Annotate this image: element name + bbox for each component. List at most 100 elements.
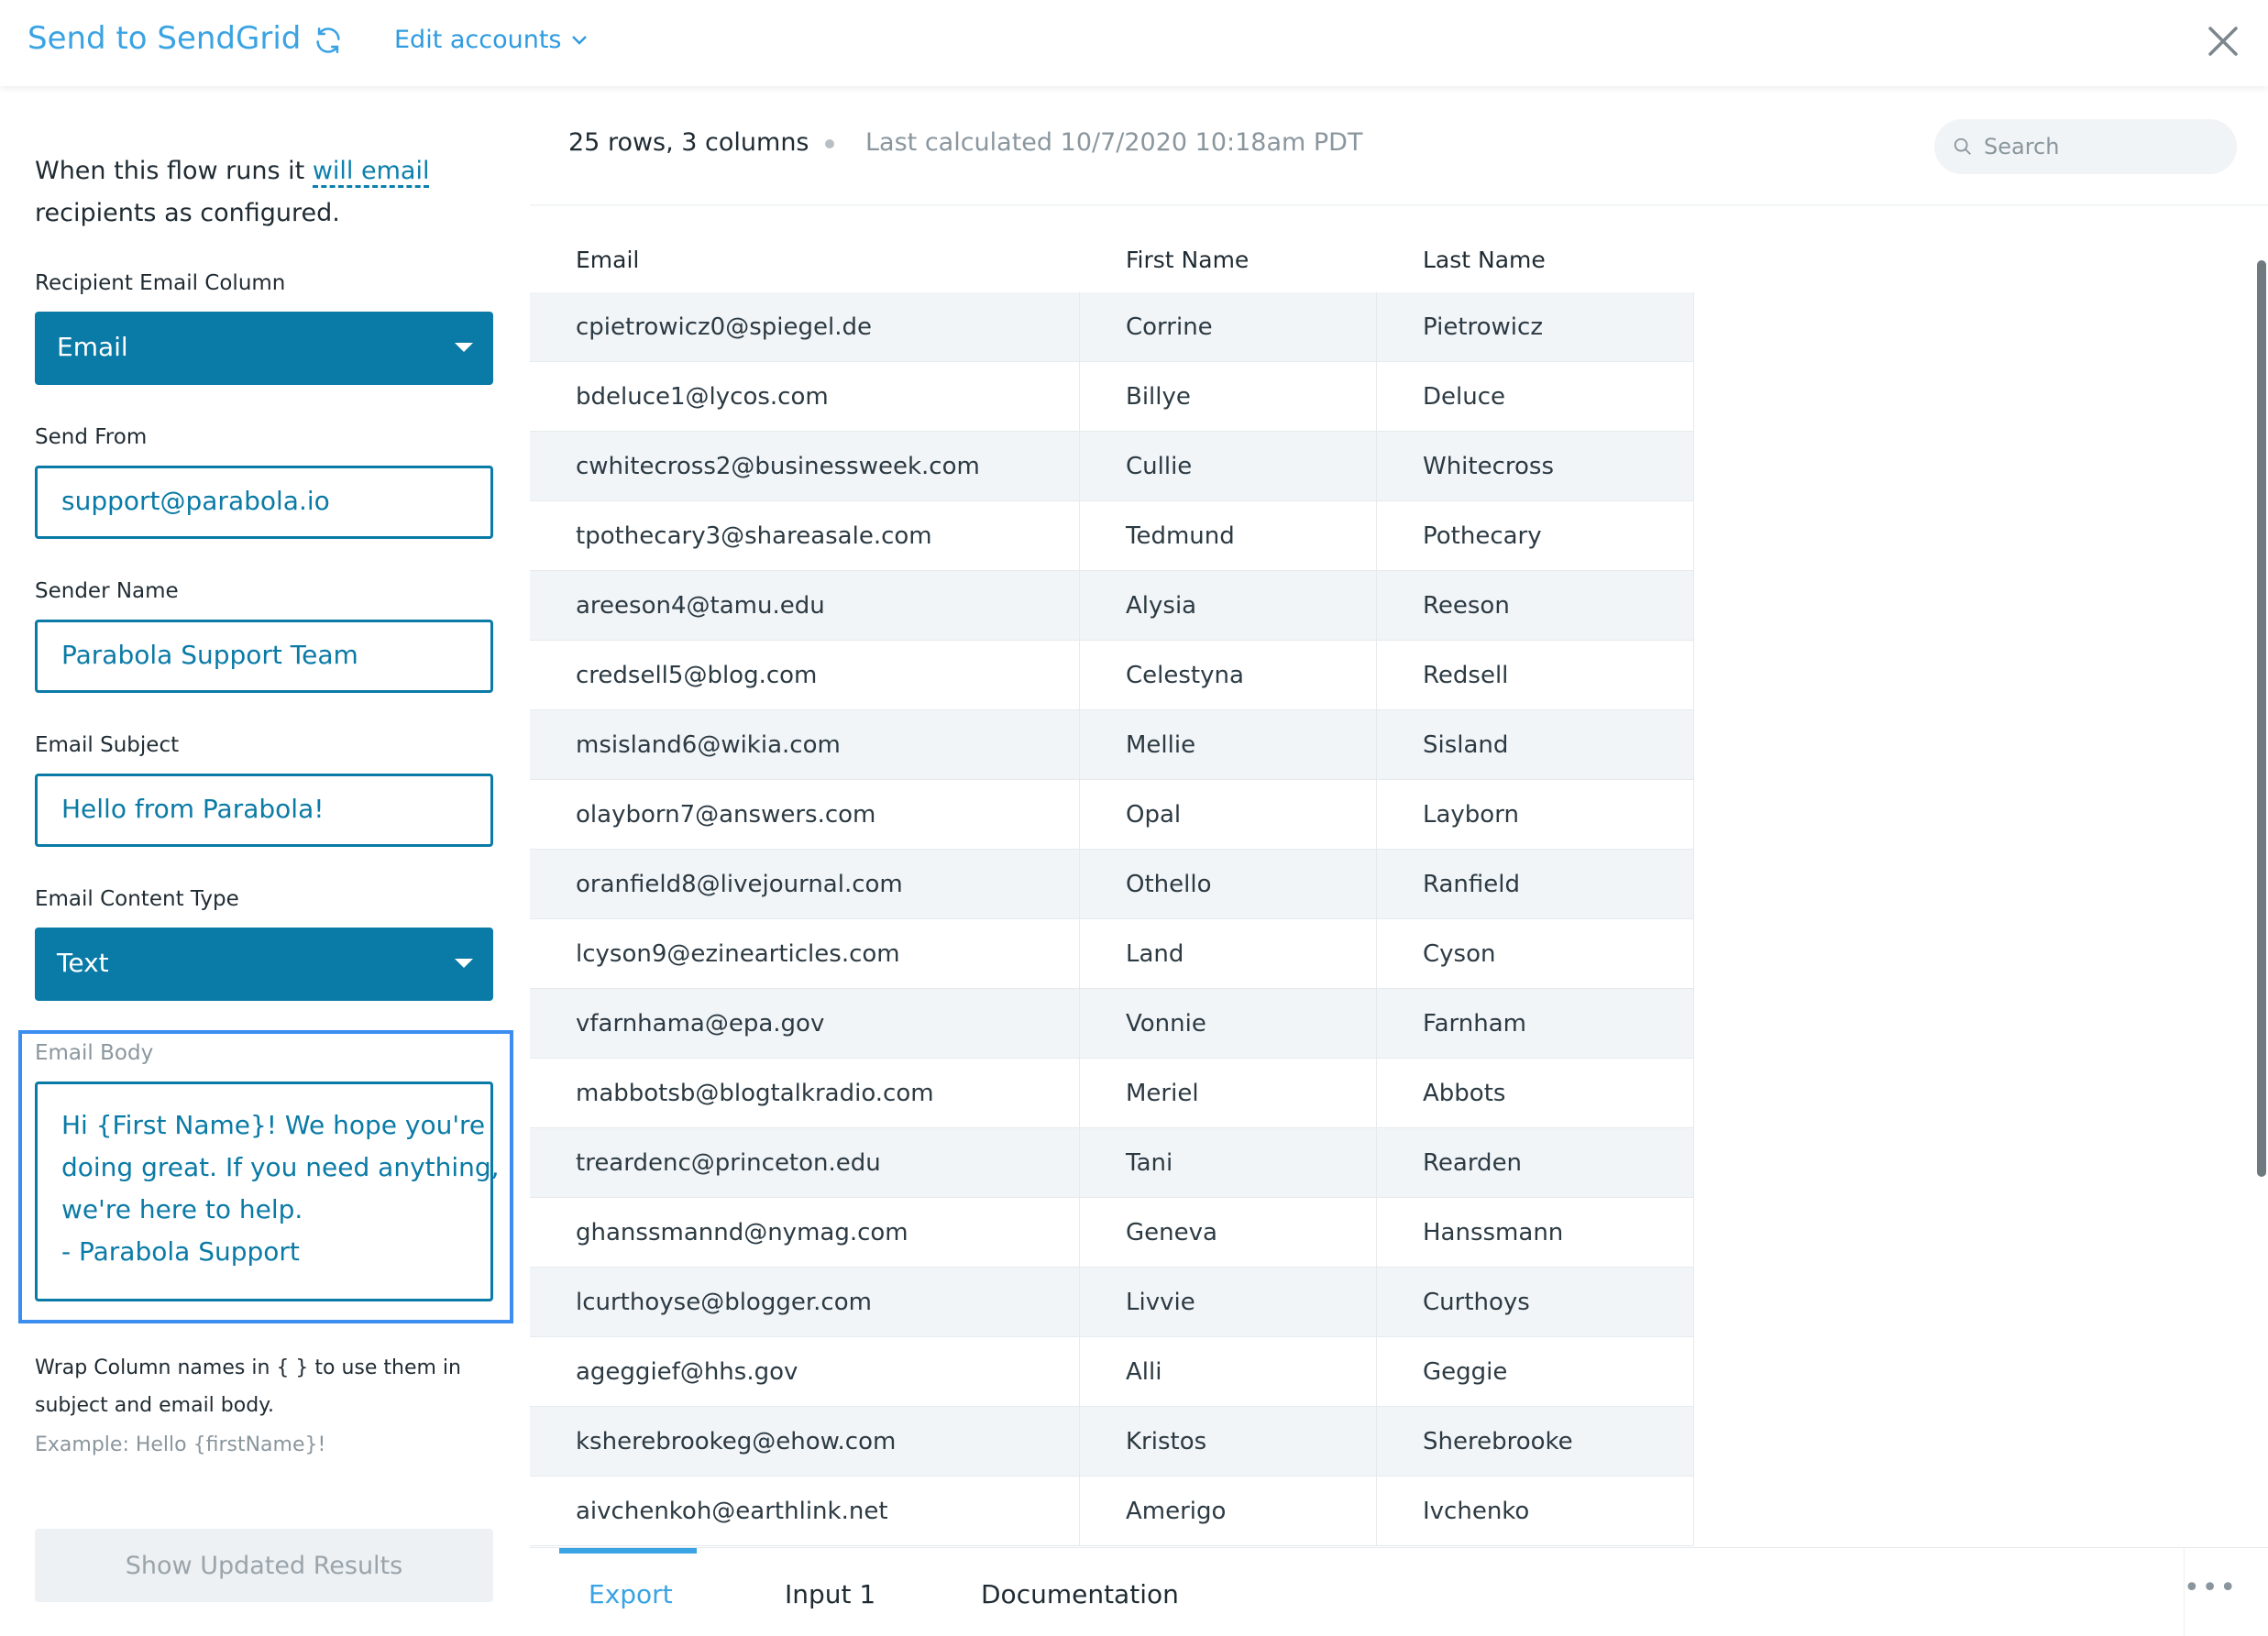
column-header-email[interactable]: Email (576, 247, 639, 273)
email-body-line: we're here to help. (61, 1194, 303, 1224)
first-name-cell: Tedmund (1080, 501, 1377, 571)
last-name-cell: Pietrowicz (1377, 292, 1694, 362)
first-name-cell: Celestyna (1080, 641, 1377, 710)
first-name-cell: Livvie (1080, 1268, 1377, 1337)
table-row: lcurthoyse@blogger.com Livvie Curthoys (530, 1268, 1694, 1337)
last-name-cell: Ivchenko (1377, 1477, 1694, 1546)
tab-input-1[interactable]: Input 1 (785, 1579, 875, 1609)
table-header: Email First Name Last Name (530, 206, 1694, 292)
email-cell: msisland6@wikia.com (530, 710, 1080, 780)
last-name-cell: Sisland (1377, 710, 1694, 780)
recipient-email-column-select[interactable]: Email (35, 312, 493, 385)
email-body-line: Hi {First Name}! We hope you're (61, 1110, 486, 1140)
email-cell: areeson4@tamu.edu (530, 571, 1080, 641)
first-name-cell: Othello (1080, 850, 1377, 919)
email-content-type-label: Email Content Type (35, 887, 239, 911)
first-name-cell: Mellie (1080, 710, 1377, 780)
refresh-icon[interactable] (313, 25, 344, 56)
table-row: ageggief@hhs.gov Alli Geggie (530, 1337, 1694, 1407)
table-row: areeson4@tamu.edu Alysia Reeson (530, 571, 1694, 641)
table-body: cpietrowicz0@spiegel.de Corrine Pietrowicz… (530, 292, 1694, 1546)
close-icon[interactable] (2204, 22, 2242, 60)
email-cell: cpietrowicz0@spiegel.de (530, 292, 1080, 362)
last-name-cell: Curthoys (1377, 1268, 1694, 1337)
email-cell: credsell5@blog.com (530, 641, 1080, 710)
last-name-cell: Geggie (1377, 1337, 1694, 1407)
table-row: cwhitecross2@businessweek.com Cullie White… (530, 432, 1694, 501)
table-row: credsell5@blog.com Celestyna Redsell (530, 641, 1694, 710)
first-name-cell: Cullie (1080, 432, 1377, 501)
more-options-icon[interactable]: ••• (2184, 1572, 2238, 1604)
email-cell: tpothecary3@shareasale.com (530, 501, 1080, 571)
first-name-cell: Vonnie (1080, 989, 1377, 1059)
table-row: cpietrowicz0@spiegel.de Corrine Pietrowicz (530, 292, 1694, 362)
last-calculated-text: Last calculated 10/7/2020 10:18am PDT (865, 128, 1363, 157)
search-input[interactable] (1982, 133, 2220, 160)
email-cell: cwhitecross2@businessweek.com (530, 432, 1080, 501)
first-name-cell: Billye (1080, 362, 1377, 432)
column-header-last-name[interactable]: Last Name (1423, 247, 1546, 273)
search-box[interactable] (1934, 119, 2237, 174)
caret-down-icon (455, 959, 473, 968)
table-row: bdeluce1@lycos.com Billye Deluce (530, 362, 1694, 432)
table-row: mabbotsb@blogtalkradio.com Meriel Abbots (530, 1059, 1694, 1128)
tab-documentation[interactable]: Documentation (981, 1579, 1179, 1609)
search-icon (1954, 137, 1971, 155)
first-name-cell: Kristos (1080, 1407, 1377, 1477)
last-name-cell: Ranfield (1377, 850, 1694, 919)
last-name-cell: Redsell (1377, 641, 1694, 710)
email-cell: vfarnhama@epa.gov (530, 989, 1080, 1059)
table-row: tpothecary3@shareasale.com Tedmund Potheca… (530, 501, 1694, 571)
email-cell: oranfield8@livejournal.com (530, 850, 1080, 919)
table-row: aivchenkoh@earthlink.net Amerigo Ivchenko (530, 1477, 1694, 1546)
last-name-cell: Deluce (1377, 362, 1694, 432)
chevron-down-icon (571, 35, 587, 45)
sender-name-field[interactable]: Parabola Support Team (35, 620, 493, 693)
first-name-cell: Opal (1080, 780, 1377, 850)
email-cell: mabbotsb@blogtalkradio.com (530, 1059, 1080, 1128)
email-subject-field[interactable]: Hello from Parabola! (35, 774, 493, 847)
bottom-tabs: Export Input 1 Documentation ••• (530, 1547, 2268, 1636)
first-name-cell: Alli (1080, 1337, 1377, 1407)
first-name-cell: Tani (1080, 1128, 1377, 1198)
rows-columns-count: 25 rows, 3 columns (568, 128, 809, 157)
edit-accounts-dropdown[interactable]: Edit accounts (394, 26, 588, 54)
header-bar: Send to SendGrid Edit accounts (0, 0, 2268, 86)
tab-export[interactable]: Export (589, 1579, 673, 1609)
email-cell: lcyson9@ezinearticles.com (530, 919, 1080, 989)
results-toolbar: 25 rows, 3 columns Last calculated 10/7/… (530, 86, 2268, 205)
email-cell: lcurthoyse@blogger.com (530, 1268, 1080, 1337)
email-subject-label: Email Subject (35, 733, 180, 757)
email-cell: treardenc@princeton.edu (530, 1128, 1080, 1198)
first-name-cell: Land (1080, 919, 1377, 989)
column-wrap-example: Example: Hello {firstName}! (35, 1433, 326, 1456)
table-row: olayborn7@answers.com Opal Layborn (530, 780, 1694, 850)
column-header-first-name[interactable]: First Name (1126, 247, 1249, 273)
first-name-cell: Geneva (1080, 1198, 1377, 1268)
last-name-cell: Farnham (1377, 989, 1694, 1059)
send-from-field[interactable]: support@parabola.io (35, 466, 493, 539)
first-name-cell: Amerigo (1080, 1477, 1377, 1546)
table-row: ghanssmannd@nymag.com Geneva Hanssmann (530, 1198, 1694, 1268)
table-row: lcyson9@ezinearticles.com Land Cyson (530, 919, 1694, 989)
email-body-textarea[interactable]: Hi {First Name}! We hope you're doing gr… (35, 1082, 500, 1301)
last-name-cell: Cyson (1377, 919, 1694, 989)
show-updated-results-button[interactable]: Show Updated Results (35, 1529, 493, 1602)
table-row: treardenc@princeton.edu Tani Rearden (530, 1128, 1694, 1198)
table-row: oranfield8@livejournal.com Othello Ranfiel… (530, 850, 1694, 919)
email-cell: ageggief@hhs.gov (530, 1337, 1080, 1407)
active-tab-indicator (559, 1548, 697, 1554)
vertical-scrollbar[interactable] (2257, 260, 2266, 1177)
last-name-cell: Abbots (1377, 1059, 1694, 1128)
caret-down-icon (455, 343, 473, 352)
settings-panel: When this flow runs it will email recipi… (0, 86, 530, 1635)
last-name-cell: Rearden (1377, 1128, 1694, 1198)
email-content-type-select[interactable]: Text (35, 928, 493, 1001)
table-row: ksherebrookeg@ehow.com Kristos Sherebrooke (530, 1407, 1694, 1477)
last-name-cell: Whitecross (1377, 432, 1694, 501)
email-cell: olayborn7@answers.com (530, 780, 1080, 850)
sender-name-label: Sender Name (35, 579, 179, 603)
email-cell: ksherebrookeg@ehow.com (530, 1407, 1080, 1477)
edit-accounts-label: Edit accounts (394, 26, 562, 54)
will-email-link[interactable]: will email (312, 157, 430, 188)
